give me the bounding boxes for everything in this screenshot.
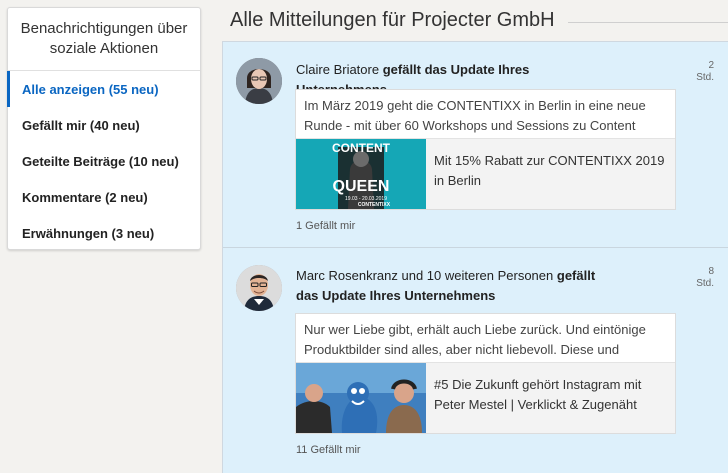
avatar[interactable] xyxy=(236,58,282,104)
timestamp: 8 Std. xyxy=(696,266,714,289)
timestamp: 2 Std. xyxy=(696,60,714,83)
title-divider xyxy=(568,22,728,23)
filter-all[interactable]: Alle anzeigen (55 neu) xyxy=(7,71,200,107)
link-preview[interactable]: #5 Die Zukunft gehört Instagram mit Pete… xyxy=(296,362,675,433)
page-title: Alle Mitteilungen für Projecter GmbH xyxy=(230,9,555,31)
post-text: Nur wer Liebe gibt, erhält auch Liebe zu… xyxy=(304,322,646,357)
post-text: Im März 2019 geht die CONTENTIXX in Berl… xyxy=(304,98,646,133)
link-preview[interactable]: CONTENT QUEEN 19.03 - 20.03.2019 CONTENT… xyxy=(296,138,675,209)
filter-comments[interactable]: Kommentare (2 neu) xyxy=(8,179,200,215)
post-preview[interactable]: Nur wer Liebe gibt, erhält auch Liebe zu… xyxy=(295,313,676,434)
notification-card: Marc Rosenkranz und 10 weiteren Personen… xyxy=(223,248,728,473)
actor-name[interactable]: Claire Briatore xyxy=(296,62,379,77)
notification-card: Claire Briatore gefällt das Update Ihres… xyxy=(223,42,728,248)
like-count[interactable]: 1 Gefällt mir xyxy=(296,220,355,232)
svg-text:CONTENTIXX: CONTENTIXX xyxy=(358,202,391,208)
filter-mentions[interactable]: Erwähnungen (3 neu) xyxy=(8,215,200,251)
link-title: #5 Die Zukunft gehört Instagram mit Pete… xyxy=(434,377,642,412)
post-preview[interactable]: Im März 2019 geht die CONTENTIXX in Berl… xyxy=(295,89,676,210)
filter-likes[interactable]: Gefällt mir (40 neu) xyxy=(8,107,200,143)
like-count[interactable]: 11 Gefällt mir xyxy=(296,444,361,456)
link-thumbnail xyxy=(296,363,426,433)
filter-shares[interactable]: Geteilte Beiträge (10 neu) xyxy=(8,143,200,179)
link-title: Mit 15% Rabatt zur CONTENTIXX 2019 in Be… xyxy=(434,153,665,188)
svg-text:CONTENT: CONTENT xyxy=(332,141,391,155)
notification-filter-sidebar: Benachrichtigungen über soziale Aktionen… xyxy=(7,7,201,250)
notification-feed: Claire Briatore gefällt das Update Ihres… xyxy=(222,41,728,473)
sidebar-title: Benachrichtigungen über soziale Aktionen xyxy=(8,8,200,71)
actor-name[interactable]: Marc Rosenkranz und 10 weiteren Personen xyxy=(296,268,553,283)
notification-headline: Marc Rosenkranz und 10 weiteren Personen… xyxy=(296,266,616,306)
svg-text:QUEEN: QUEEN xyxy=(333,178,390,195)
avatar[interactable] xyxy=(236,265,282,311)
link-thumbnail: CONTENT QUEEN 19.03 - 20.03.2019 CONTENT… xyxy=(296,139,426,209)
